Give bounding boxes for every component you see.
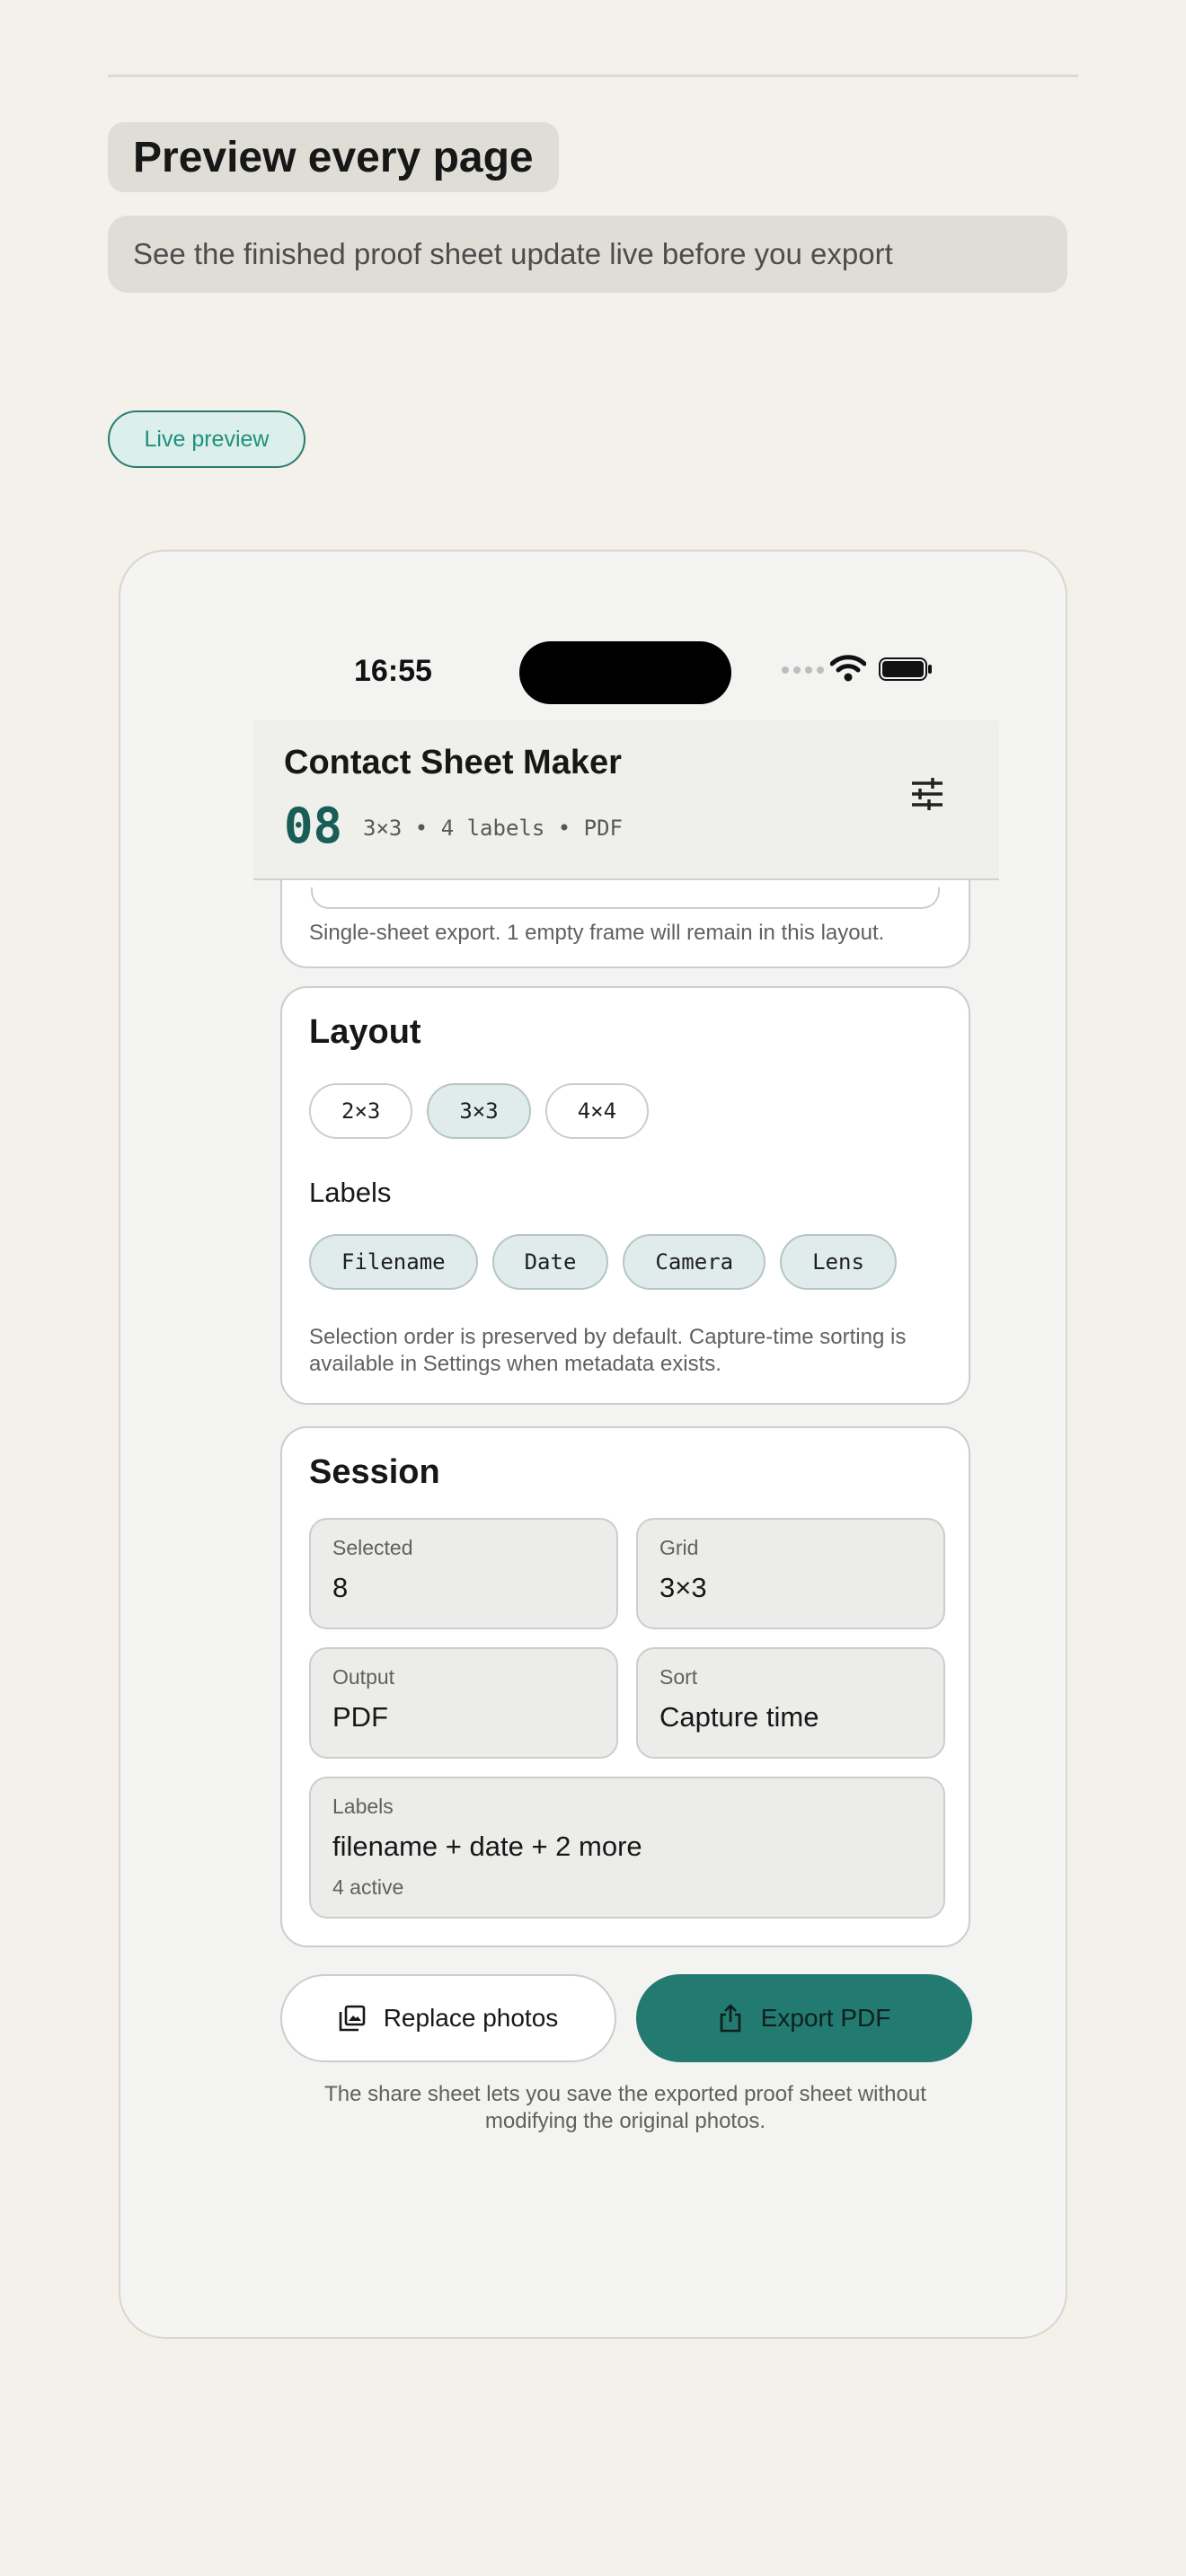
label-option-camera[interactable]: Camera bbox=[623, 1234, 766, 1290]
label-option-filename[interactable]: Filename bbox=[309, 1234, 478, 1290]
label-option-lens[interactable]: Lens bbox=[780, 1234, 897, 1290]
sort-value: Capture time bbox=[659, 1701, 819, 1733]
selected-value: 8 bbox=[332, 1572, 349, 1603]
top-divider bbox=[108, 75, 1078, 77]
app-title: Contact Sheet Maker bbox=[284, 744, 622, 781]
share-icon bbox=[720, 2004, 740, 2033]
output-value: PDF bbox=[332, 1701, 388, 1733]
layout-card: Layout 2×3 3×3 4×4 Labels Filename Date … bbox=[280, 986, 970, 1405]
export-pdf-button[interactable]: Export PDF bbox=[636, 1974, 972, 2062]
labels-title: Labels bbox=[309, 1177, 392, 1208]
live-preview-tag: Live preview bbox=[108, 410, 305, 468]
export-note: Single-sheet export. 1 empty frame will … bbox=[309, 921, 885, 945]
dynamic-island bbox=[519, 641, 731, 704]
wifi-icon bbox=[830, 655, 866, 682]
labels-active-count: 4 active bbox=[332, 1875, 404, 1899]
layout-note: Selection order is preserved by default.… bbox=[309, 1325, 907, 1376]
session-grid-tile: Grid 3×3 bbox=[636, 1518, 945, 1629]
session-title: Session bbox=[309, 1453, 440, 1491]
layout-title: Layout bbox=[309, 1013, 421, 1051]
phone-screen: 16:55 Contact Sheet Maker 08 3×3 • 4 lab… bbox=[253, 620, 999, 2232]
status-bar: 16:55 bbox=[253, 620, 999, 720]
export-pdf-label: Export PDF bbox=[760, 2004, 891, 2032]
grid-option-3x3[interactable]: 3×3 bbox=[427, 1083, 531, 1139]
label-options: Filename Date Camera Lens bbox=[309, 1234, 897, 1290]
grid-option-2x3[interactable]: 2×3 bbox=[309, 1083, 413, 1139]
sort-label: Sort bbox=[659, 1665, 698, 1689]
page-subline: See the finished proof sheet update live… bbox=[108, 216, 1067, 293]
session-labels-tile: Labels filename + date + 2 more 4 active bbox=[309, 1777, 945, 1919]
sliders-icon bbox=[912, 778, 943, 810]
app-header: Contact Sheet Maker 08 3×3 • 4 labels • … bbox=[253, 720, 999, 880]
grid-option-4x4[interactable]: 4×4 bbox=[544, 1083, 650, 1139]
labels-label: Labels bbox=[332, 1795, 394, 1818]
footer-note: The share sheet lets you save the export… bbox=[324, 2082, 926, 2133]
labels-value: filename + date + 2 more bbox=[332, 1831, 642, 1862]
session-sort-tile: Sort Capture time bbox=[636, 1647, 945, 1759]
grid-label: Grid bbox=[659, 1536, 699, 1559]
status-time: 16:55 bbox=[354, 654, 432, 688]
session-output-tile: Output PDF bbox=[309, 1647, 618, 1759]
cellular-signal-icon bbox=[782, 666, 824, 674]
label-option-date[interactable]: Date bbox=[491, 1234, 609, 1290]
session-summary: 3×3 • 4 labels • PDF bbox=[363, 816, 623, 841]
grid-options: 2×3 3×3 4×4 bbox=[309, 1083, 650, 1139]
page-headline: Preview every page bbox=[108, 122, 559, 192]
battery-icon bbox=[879, 657, 932, 681]
settings-button[interactable] bbox=[900, 767, 954, 821]
session-selected-tile: Selected 8 bbox=[309, 1518, 618, 1629]
session-card: Session Selected 8 Grid 3×3 Output PDF S… bbox=[280, 1426, 970, 1947]
replace-photos-button[interactable]: Replace photos bbox=[280, 1974, 616, 2062]
grid-value: 3×3 bbox=[659, 1572, 707, 1603]
output-label: Output bbox=[332, 1665, 395, 1689]
replace-photos-label: Replace photos bbox=[383, 2004, 559, 2032]
selected-label: Selected bbox=[332, 1536, 413, 1559]
export-card-field bbox=[311, 887, 940, 909]
photo-count: 08 bbox=[284, 798, 343, 854]
photo-library-icon bbox=[339, 2005, 366, 2032]
